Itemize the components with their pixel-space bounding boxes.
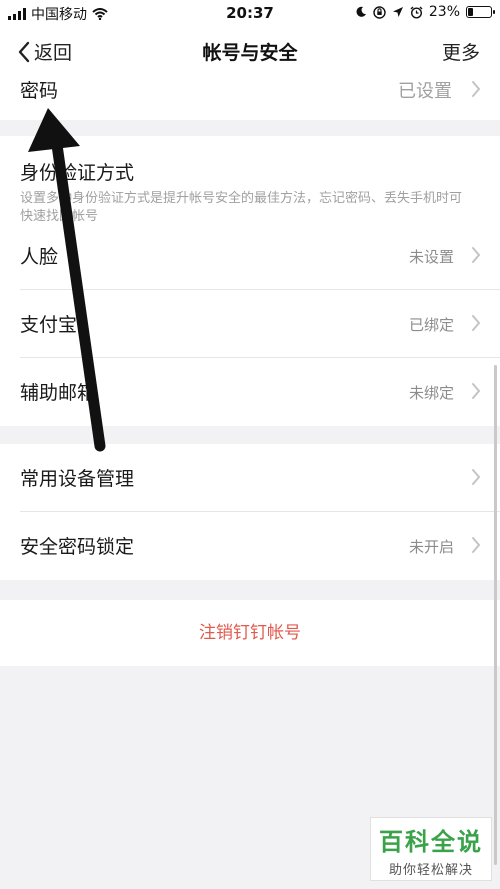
watermark-subtitle: 助你轻松解决 bbox=[388, 863, 473, 878]
annotation-arrow-icon bbox=[28, 108, 106, 452]
watermark-title: 百科全说 bbox=[379, 828, 483, 856]
watermark-logo: 百科全说 助你轻松解决 bbox=[370, 817, 492, 881]
